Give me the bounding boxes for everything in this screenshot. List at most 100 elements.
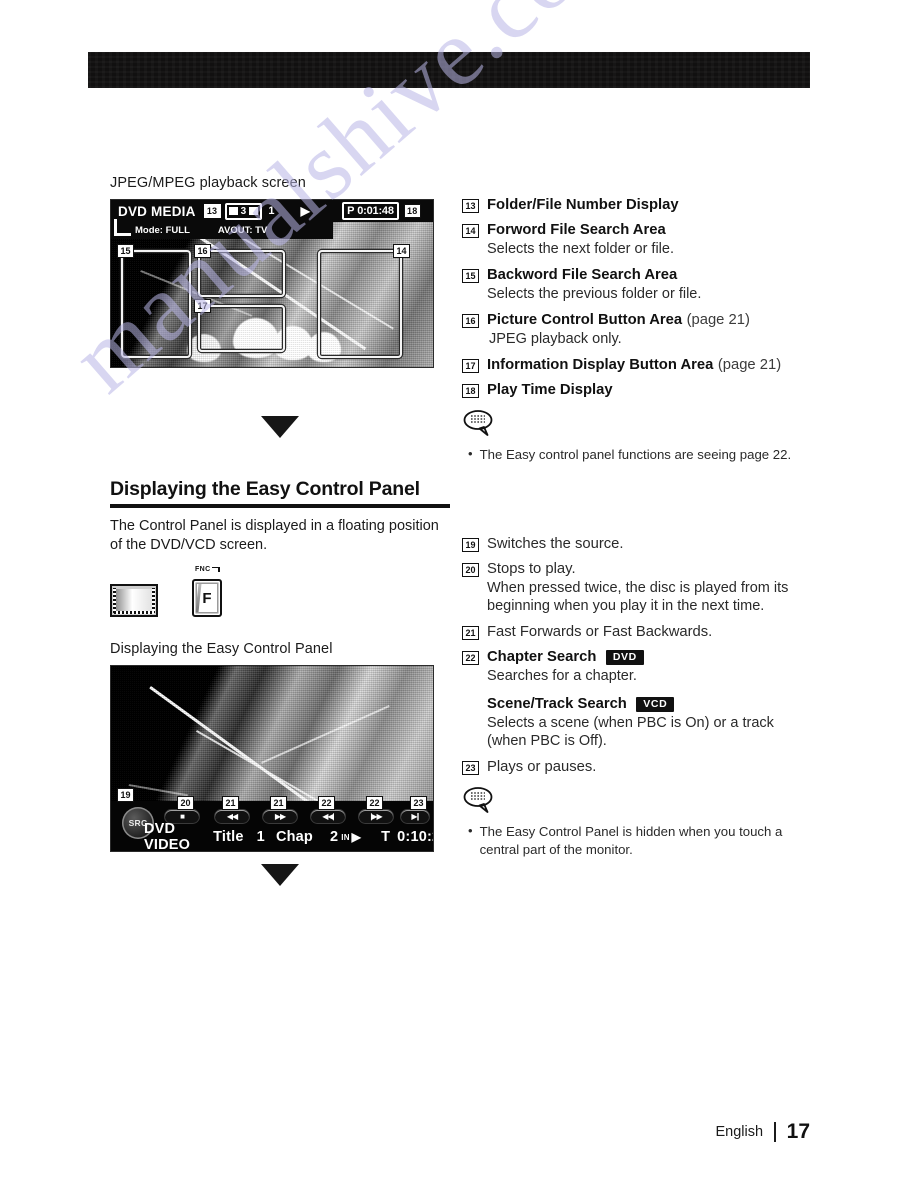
previous-chapter-button[interactable]: ◀◀|	[311, 810, 345, 824]
easy-control-panel-screen: SRC ■ ◀◀ ▶▶ ◀◀| |▶▶ ▶|| DVD VIDEO Title …	[110, 665, 434, 853]
page-footer: English 17	[715, 1120, 810, 1144]
play-pause-button[interactable]: ▶||	[401, 810, 429, 824]
callout-13: 13	[462, 199, 479, 213]
figure2-caption: Displaying the Easy Control Panel	[110, 641, 333, 658]
callout-23: 23	[410, 796, 427, 811]
folder-icon-right	[249, 207, 259, 215]
item-desc: Selects the next folder or file.	[487, 241, 674, 258]
fnc-icon-label: FNC	[195, 566, 220, 573]
list-item: 17 Information Display Button Area (page…	[462, 356, 812, 374]
next-chapter-button[interactable]: |▶▶	[359, 810, 393, 824]
callout-15: 15	[462, 269, 479, 284]
callout-21b: 21	[270, 796, 287, 811]
fast-forward-icon: ▶▶	[274, 811, 286, 821]
note-text-1: • The Easy control panel functions are s…	[468, 446, 812, 463]
right-column: 13 Folder/File Number Display 14 Forword…	[462, 196, 812, 858]
callout-18: 18	[403, 204, 421, 218]
item-page-ref: (page 21)	[686, 312, 750, 329]
stop-icon: ■	[180, 811, 185, 821]
callout-22: 22	[462, 651, 479, 666]
note-body: The Easy control panel functions are see…	[479, 447, 792, 463]
screen1-osd-top: DVD MEDIA 13 3 1 ▶ P 0:01:48 18	[111, 200, 433, 222]
callout-22b: 22	[366, 796, 383, 811]
play-time-display: P 0:01:48	[342, 202, 399, 220]
callout-20: 20	[462, 563, 479, 578]
bullet-icon: •	[468, 446, 473, 462]
flow-arrow-2-wrap	[110, 864, 450, 887]
status-title-value: 1	[256, 829, 265, 846]
item-title: Stops to play.	[487, 561, 576, 578]
jpeg-mpeg-playback-screen: DVD MEDIA 13 3 1 ▶ P 0:01:48 18 Mode: FU…	[110, 199, 434, 368]
list-item: 22 Chapter Search DVD Searches for a cha…	[462, 648, 812, 751]
section-heading-block: Displaying the Easy Control Panel	[110, 478, 450, 508]
callout-18: 18	[462, 384, 479, 399]
footer-language: English	[715, 1124, 764, 1140]
callout-19: 19	[462, 538, 479, 553]
item-title: Forword File Search Area	[487, 222, 666, 239]
item-title: Backword File Search Area	[487, 267, 678, 284]
callout-21a: 21	[222, 796, 239, 811]
item-title: Folder/File Number Display	[487, 197, 679, 213]
heading-rule	[110, 504, 450, 508]
callout-17: 17	[462, 359, 479, 374]
list-item: 18 Play Time Display	[462, 381, 812, 399]
callout-21: 21	[462, 626, 479, 641]
left-column: JPEG/MPEG playback screen DVD MEDIA 13 3	[110, 175, 450, 887]
item-subtitle: Scene/Track Search	[487, 696, 627, 713]
picture-control-button-area[interactable]	[198, 250, 285, 297]
fast-forward-button[interactable]: ▶▶	[263, 810, 297, 824]
manual-page: manualshive.com JPEG/MPEG playback scree…	[0, 0, 918, 1188]
callout-14: 14	[393, 244, 410, 258]
button-icon-row: FNC F	[110, 566, 450, 618]
item-title: Picture Control Button Area	[487, 312, 683, 329]
monitor-icon-right-ticks	[152, 588, 155, 614]
footer-page-number: 17	[786, 1120, 810, 1143]
callout-14: 14	[462, 224, 479, 239]
folder-number: 3	[240, 205, 247, 217]
footer-divider	[774, 1122, 776, 1142]
backword-file-search-area[interactable]	[121, 250, 191, 358]
item-title: Chapter Search	[487, 649, 597, 666]
osd-corner-hook	[114, 219, 131, 236]
screen1-title: DVD MEDIA	[118, 203, 196, 219]
status-in-label: IN	[341, 832, 350, 842]
item-title: Plays or pauses.	[487, 759, 597, 776]
avout-label: AVOUT: TV	[217, 225, 268, 236]
play-status-icon: ▶	[300, 204, 311, 218]
status-media: DVD VIDEO	[144, 821, 191, 853]
list-item: 14 Forword File Search Area Selects the …	[462, 221, 812, 259]
file-number: 1	[268, 205, 275, 217]
folder-number-display: 3	[224, 202, 263, 220]
folder-icon	[228, 207, 238, 215]
callout-17: 17	[194, 299, 211, 313]
monitor-icon-left-ticks	[113, 588, 116, 614]
note-bubble-icon-1	[462, 409, 812, 442]
status-time-value: 0:10:25	[397, 829, 433, 846]
forword-file-search-area[interactable]	[318, 250, 402, 358]
monitor-icon-bottom-ticks	[114, 611, 154, 615]
list-item: 20 Stops to play. When pressed twice, th…	[462, 560, 812, 616]
item-desc: Searches for a chapter.	[487, 668, 637, 685]
fnc-button-icon-wrap: FNC F	[192, 566, 222, 618]
list-item: 15 Backword File Search Area Selects the…	[462, 266, 812, 304]
list-item: 13 Folder/File Number Display	[462, 196, 812, 214]
fnc-button-icon: F	[192, 579, 222, 618]
information-display-button-area[interactable]	[198, 305, 285, 352]
section-body: The Control Panel is displayed in a floa…	[110, 518, 439, 554]
item-desc: Selects the previous folder or file.	[487, 286, 702, 303]
bullet-icon: •	[468, 823, 473, 839]
flow-arrow-1-wrap	[110, 416, 450, 438]
screen1-osd-second: Mode: FULL AVOUT: TV	[111, 219, 333, 239]
callout-23: 23	[462, 761, 479, 776]
note-body: The Easy Control Panel is hidden when yo…	[479, 824, 783, 857]
fast-backward-button[interactable]: ◀◀	[215, 810, 249, 824]
callout-20: 20	[177, 796, 194, 811]
item-desc-2: Selects a scene (when PBC is On) or a tr…	[487, 715, 774, 750]
time-value: 0:01:48	[357, 205, 394, 217]
list-item: 16 Picture Control Button Area (page 21)…	[462, 311, 812, 349]
monitor-icon	[110, 584, 158, 618]
callout-16: 16	[194, 244, 211, 258]
status-chapter-value: 2	[330, 829, 339, 846]
fast-backward-icon: ◀◀	[226, 811, 238, 821]
list-item: 21 Fast Forwards or Fast Backwards.	[462, 623, 812, 641]
